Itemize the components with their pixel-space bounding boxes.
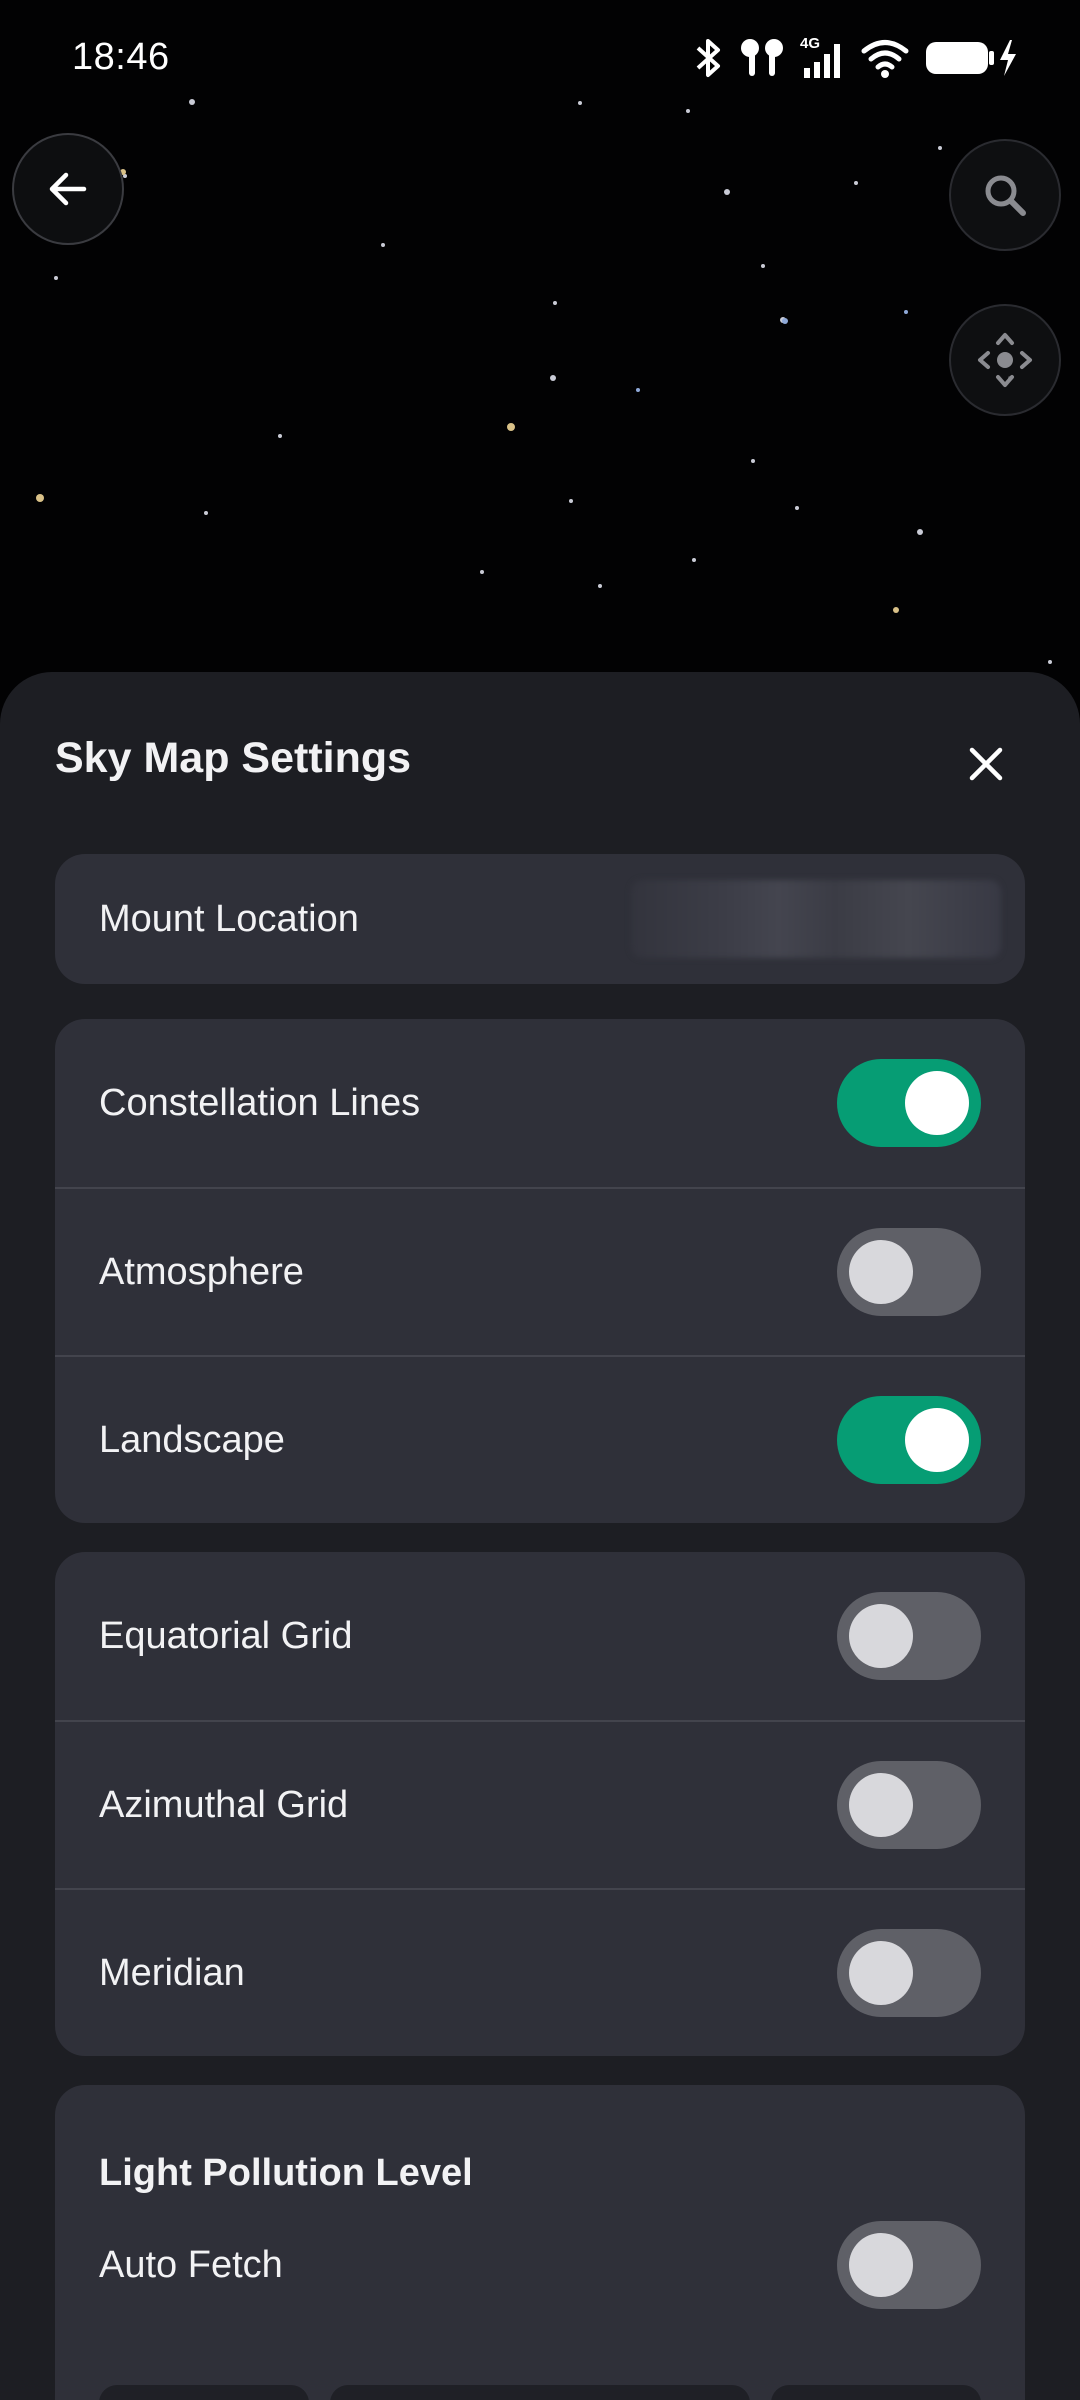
setting-label: Atmosphere [99,1250,304,1293]
signal-4g-icon: 4G [800,35,840,78]
back-button[interactable] [12,133,124,245]
mount-location-row[interactable]: Mount Location [55,854,1025,984]
status-bar: 18:46 4G [0,0,1080,120]
wifi-icon [861,40,909,78]
setting-label: Auto Fetch [99,2243,283,2286]
light-pollution-level-selector [99,2385,981,2400]
setting-row-equatorial-grid[interactable]: Equatorial Grid [55,1552,1025,1720]
constellation-lines-toggle[interactable] [837,1059,981,1147]
setting-row-meridian[interactable]: Meridian [55,1888,1025,2056]
setting-row-azimuthal-grid[interactable]: Azimuthal Grid [55,1720,1025,1888]
equatorial-grid-toggle[interactable] [837,1592,981,1680]
setting-row-auto-fetch[interactable]: Auto Fetch [55,2205,1025,2325]
toggle-knob [905,1408,969,1472]
setting-row-landscape[interactable]: Landscape [55,1355,1025,1523]
mount-location-label: Mount Location [99,897,359,940]
arrow-left-icon [49,172,87,206]
earbuds-icon [741,39,783,76]
close-icon [969,747,1003,781]
setting-row-constellation-lines[interactable]: Constellation Lines [55,1019,1025,1187]
mount-location-card[interactable]: Mount Location [55,854,1025,984]
level-option[interactable] [771,2385,981,2400]
meridian-toggle[interactable] [837,1929,981,2017]
status-time: 18:46 [72,36,170,78]
setting-row-atmosphere[interactable]: Atmosphere [55,1187,1025,1355]
grid-settings-card: Equatorial Grid Azimuthal Grid Meridian [55,1552,1025,2056]
bluetooth-icon [696,39,720,77]
settings-sheet: Sky Map Settings Mount Location Constell… [0,672,1080,2400]
recenter-icon [978,333,1032,387]
status-icons: 4G [692,34,1018,82]
battery-charging-icon [926,40,1016,76]
display-settings-card: Constellation Lines Atmosphere Landscape [55,1019,1025,1523]
search-button[interactable] [949,139,1061,251]
network-type-label: 4G [800,35,820,52]
toggle-knob [849,1240,913,1304]
setting-label: Azimuthal Grid [99,1783,349,1826]
sky-map-screen: 18:46 4G Sky Map Settings Mount Location… [0,0,1080,2400]
mount-location-value-redacted [631,880,1001,958]
level-option[interactable] [330,2385,750,2400]
setting-label: Constellation Lines [99,1081,421,1124]
search-icon [985,175,1026,216]
toggle-knob [849,1941,913,2005]
azimuthal-grid-toggle[interactable] [837,1761,981,1849]
light-pollution-card: Light Pollution Level Auto Fetch [55,2085,1025,2400]
recenter-button[interactable] [949,304,1061,416]
level-option[interactable] [99,2385,309,2400]
light-pollution-heading: Light Pollution Level [99,2152,473,2194]
auto-fetch-toggle[interactable] [837,2221,981,2309]
toggle-knob [905,1071,969,1135]
setting-label: Landscape [99,1418,285,1461]
sheet-title: Sky Map Settings [55,734,412,782]
landscape-toggle[interactable] [837,1396,981,1484]
toggle-knob [849,1604,913,1668]
atmosphere-toggle[interactable] [837,1228,981,1316]
toggle-knob [849,1773,913,1837]
setting-label: Equatorial Grid [99,1614,353,1657]
close-button[interactable] [950,728,1022,800]
setting-label: Meridian [99,1951,245,1994]
toggle-knob [849,2233,913,2297]
